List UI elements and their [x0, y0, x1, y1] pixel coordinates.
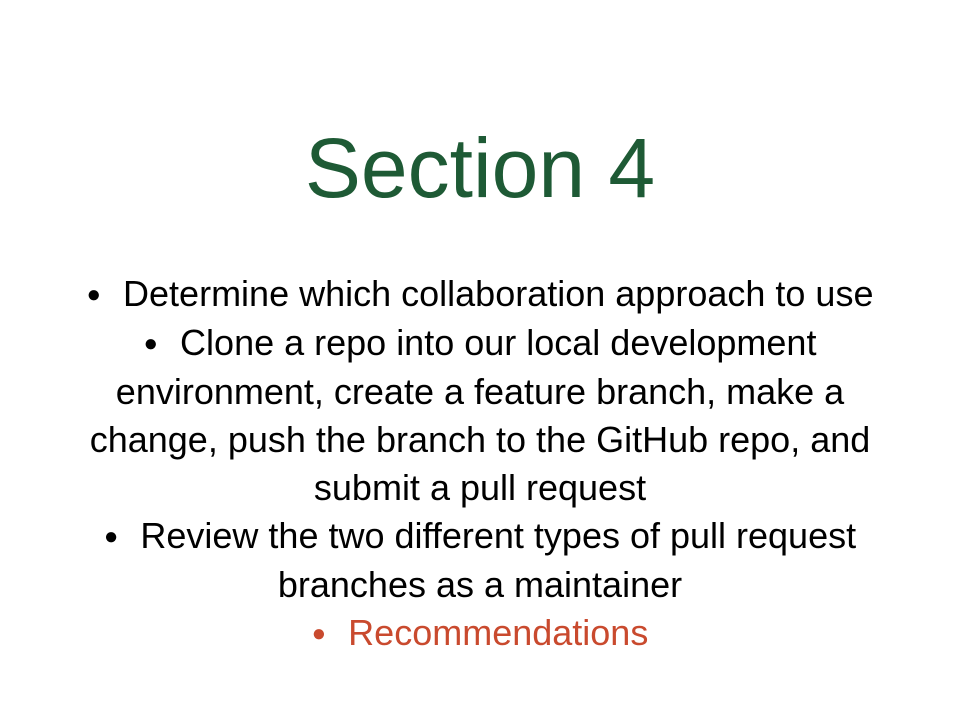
bullet-dot-icon: ● [103, 523, 119, 550]
bullet-item: ● Determine which collaboration approach … [30, 270, 930, 319]
bullet-text: Clone a repo into our local development … [89, 322, 871, 508]
bullet-text: Recommendations [348, 612, 649, 653]
bullet-text: Review the two different types of pull r… [140, 515, 857, 605]
slide-title: Section 4 [304, 121, 656, 215]
bullet-item: ● Review the two different types of pull … [30, 512, 930, 609]
slide: Section 4 ● Determine which collaboration… [0, 0, 960, 720]
bullet-dot-icon: ● [86, 281, 102, 308]
bullet-dot-icon: ● [143, 330, 159, 357]
bullet-list: ● Determine which collaboration approach … [30, 270, 930, 658]
bullet-item-highlighted: ● Recommendations [30, 609, 930, 658]
bullet-item: ● Clone a repo into our local development… [30, 319, 930, 512]
bullet-text: Determine which collaboration approach t… [123, 273, 874, 314]
bullet-dot-icon: ● [311, 620, 327, 647]
